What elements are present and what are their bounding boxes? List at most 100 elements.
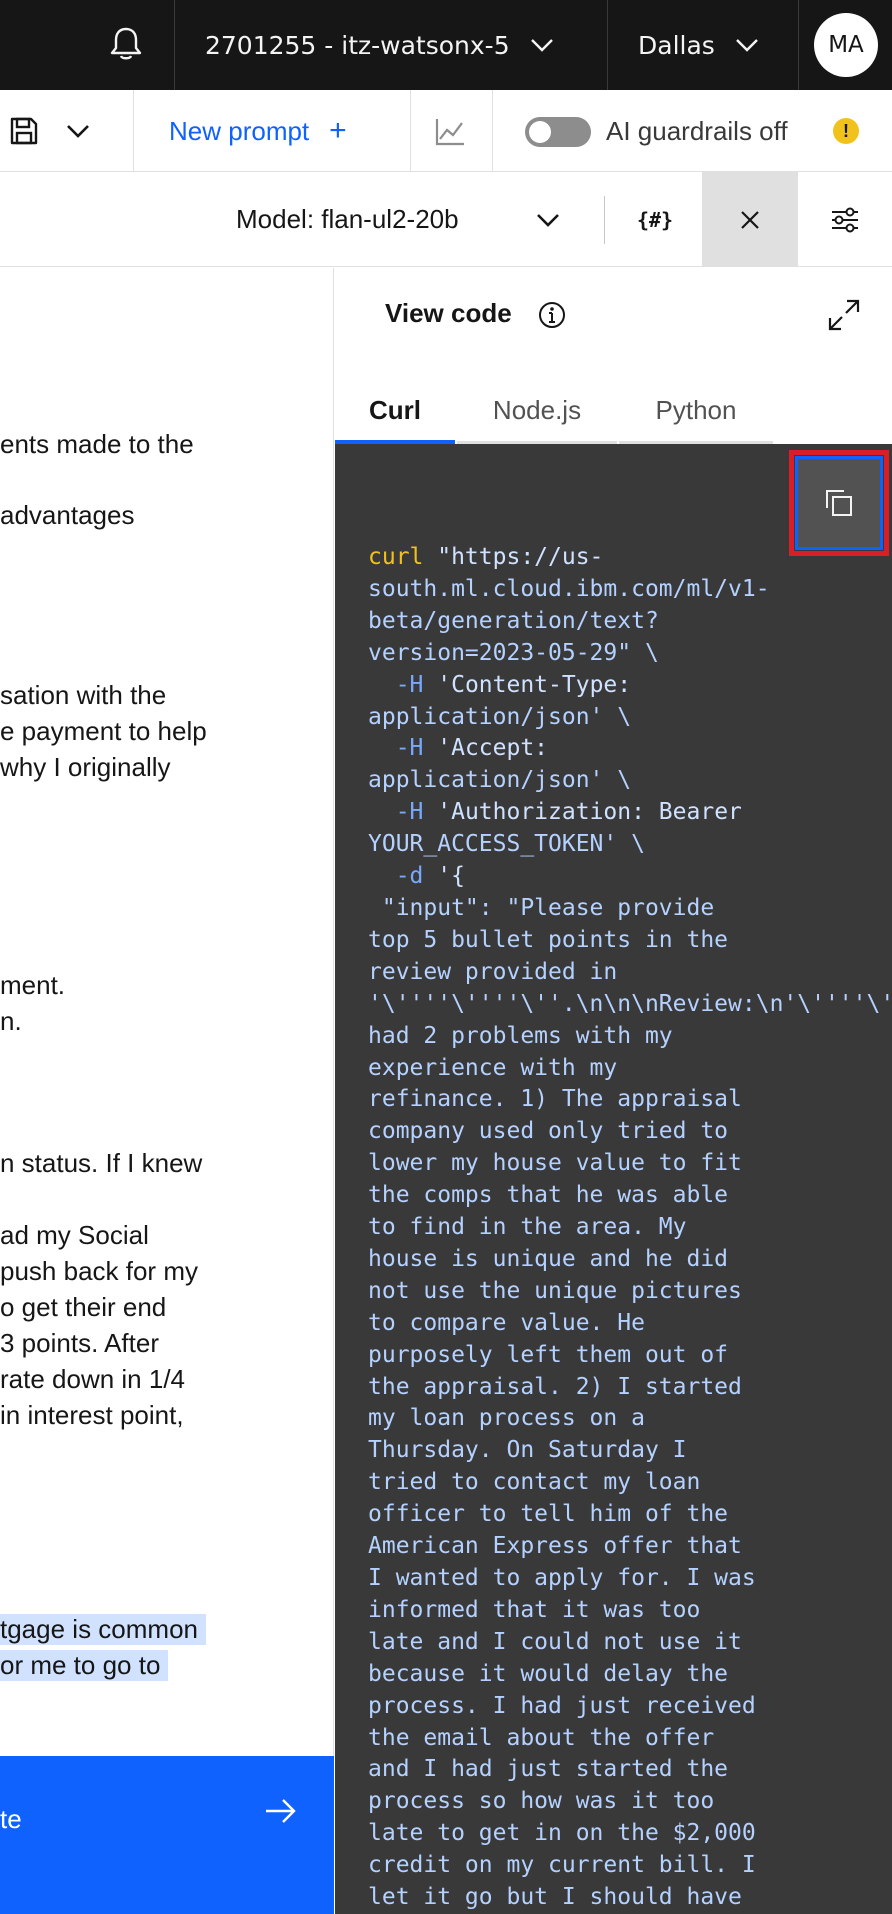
region-switcher[interactable]: Dallas	[608, 0, 798, 90]
code-line: house is unique and he did	[368, 1245, 729, 1272]
region-label: Dallas	[638, 30, 715, 60]
code-line: -d '{	[395, 863, 465, 890]
toolbar-divider	[410, 90, 411, 172]
code-text: curl "https://us- south.ml.cloud.ibm.com…	[368, 542, 892, 1914]
code-line: late to get in on the $2,000	[368, 1820, 756, 1847]
prompt-text-line: ents made to the	[0, 429, 194, 459]
prompt-toolbar: New prompt + AI guardrails off !	[0, 90, 892, 172]
code-line: my loan process on a	[368, 1405, 645, 1432]
code-line: Thursday. On Saturday I	[368, 1437, 687, 1464]
code-line: curl "https://us-	[368, 544, 604, 570]
code-snippet-block[interactable]: curl "https://us- south.ml.cloud.ibm.com…	[335, 444, 892, 1914]
code-language-tabs: Curl Node.js Python	[335, 380, 892, 444]
toggle-knob	[529, 121, 551, 143]
history-chart-button[interactable]	[430, 112, 470, 152]
generate-label: te	[0, 1804, 22, 1834]
toolbar-divider	[133, 90, 134, 172]
code-line: let it go but I should have	[368, 1884, 742, 1911]
new-prompt-label: New prompt	[169, 115, 310, 146]
toolbar-divider	[492, 90, 493, 172]
code-line: application/json' \	[368, 703, 632, 730]
close-icon	[741, 210, 759, 229]
code-line: credit on my current bill. I	[368, 1852, 756, 1879]
code-line: company used only tried to	[368, 1118, 729, 1145]
prompt-text-line: n.	[0, 1006, 22, 1036]
model-bar: Model: flan-ul2-20b {#}	[0, 172, 892, 267]
copy-code-button[interactable]	[795, 456, 883, 550]
maximize-icon[interactable]	[827, 298, 861, 336]
model-parameters-button[interactable]	[798, 172, 892, 267]
top-header: 2701255 - itz-watsonx-5 Dallas MA	[0, 0, 892, 90]
prompt-text-line-selected: or me to go to	[0, 1650, 169, 1681]
ai-guardrails-toggle[interactable]	[525, 117, 591, 147]
prompt-text-line: ment.	[0, 970, 66, 1000]
save-button[interactable]	[6, 112, 42, 150]
code-line: review provided in	[368, 958, 618, 985]
copy-icon	[826, 490, 852, 516]
account-label: 2701255 - itz-watsonx-5	[205, 30, 510, 60]
prompt-text-line: advantages	[0, 500, 135, 530]
code-line: because it would delay the	[368, 1660, 729, 1687]
prompt-text-line: n status. If I knew	[0, 1148, 203, 1178]
code-line: had 2 problems with my	[368, 1022, 673, 1049]
code-line: informed that it was too	[368, 1596, 701, 1623]
model-selector-dropdown[interactable]	[530, 202, 566, 238]
prompt-text-line: e payment to help	[0, 716, 207, 746]
chevron-down-icon	[67, 125, 89, 138]
info-icon[interactable]	[537, 300, 567, 334]
code-line: south.ml.cloud.ibm.com/ml/v1-	[368, 575, 770, 602]
code-line: the appraisal. 2) I started	[368, 1373, 742, 1400]
code-line: top 5 bullet points in the	[368, 926, 729, 953]
prompt-text-line: in interest point,	[0, 1400, 184, 1430]
notifications-button[interactable]	[104, 22, 148, 66]
new-prompt-button[interactable]: New prompt +	[169, 90, 347, 172]
code-line: I wanted to apply for. I was	[368, 1565, 756, 1591]
code-line: purposely left them out of	[368, 1341, 729, 1368]
code-line: '\''''\''''\''.\n\n\nReview:\n'\''''\'''…	[368, 990, 892, 1017]
warning-icon[interactable]: !	[833, 118, 859, 144]
code-line: not use the unique pictures	[368, 1277, 742, 1304]
prompt-text-line: 3 points. After	[0, 1328, 159, 1358]
chevron-down-icon	[530, 38, 554, 52]
code-line: beta/generation/text?	[368, 607, 659, 634]
code-line: the email about the offer	[368, 1724, 715, 1751]
prompt-text-line: push back for my	[0, 1256, 198, 1286]
prompt-text-line: why I originally	[0, 752, 171, 782]
save-options-button[interactable]	[60, 112, 96, 150]
tab-curl[interactable]: Curl	[335, 380, 455, 444]
prompt-text-line: sation with the	[0, 680, 167, 710]
prompt-text-panel[interactable]: ents made to the advantages sation with …	[0, 268, 334, 1914]
prompt-text-line-selected: tgage is common	[0, 1614, 206, 1645]
sliders-icon	[832, 207, 858, 232]
ai-guardrails-label: AI guardrails off	[606, 115, 788, 146]
code-line: process. I had just received	[368, 1692, 756, 1719]
model-bar-divider	[604, 196, 605, 244]
code-line: YOUR_ACCESS_TOKEN' \	[368, 831, 645, 858]
code-line: -H 'Accept:	[395, 735, 549, 762]
code-line: application/json' \	[368, 767, 632, 794]
code-line: -H 'Authorization: Bearer	[395, 799, 742, 826]
code-line: tried to contact my loan	[368, 1469, 701, 1496]
code-line: version=2023-05-29" \	[368, 639, 659, 666]
code-line: American Express offer that	[368, 1533, 742, 1560]
save-icon	[10, 117, 38, 145]
generate-button[interactable]: te	[0, 1756, 334, 1914]
code-line: "input": "Please provide	[368, 894, 715, 921]
arrow-right-icon	[264, 1796, 298, 1830]
tab-nodejs[interactable]: Node.js	[457, 380, 617, 444]
tab-python[interactable]: Python	[619, 380, 773, 444]
header-divider	[798, 0, 799, 90]
code-line: process so how was it too	[368, 1788, 715, 1815]
prompt-text-line: rate down in 1/4	[0, 1364, 186, 1394]
model-selector-label[interactable]: Model: flan-ul2-20b	[236, 172, 459, 267]
code-line: to compare value. He	[368, 1309, 645, 1336]
plus-icon: +	[329, 114, 347, 147]
prompt-text-line: o get their end	[0, 1292, 167, 1322]
account-switcher[interactable]: 2701255 - itz-watsonx-5	[175, 0, 607, 90]
code-line: late and I could not use it	[368, 1628, 742, 1655]
prompt-variables-button[interactable]: {#}	[624, 172, 686, 267]
close-code-panel-button[interactable]	[702, 172, 798, 267]
prompt-text-line: ad my Social	[0, 1220, 149, 1250]
code-line: and I had just started the	[368, 1756, 729, 1783]
avatar[interactable]: MA	[814, 13, 878, 77]
